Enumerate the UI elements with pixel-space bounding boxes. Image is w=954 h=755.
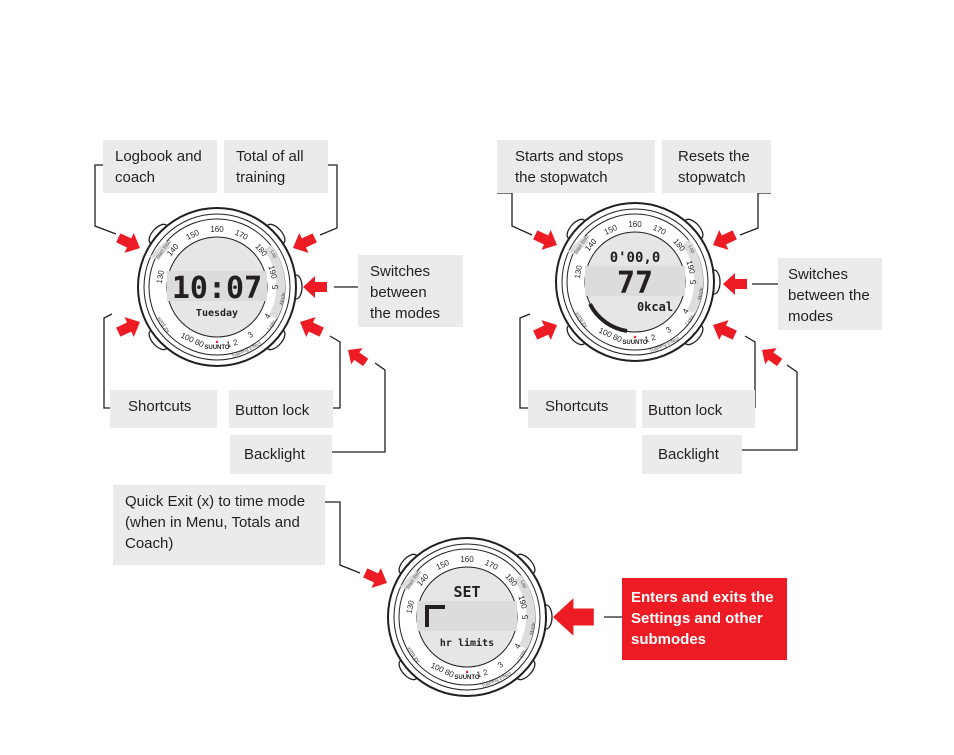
watch-illustration: 130140150 160 170180190100 805431 2Start S…	[137, 207, 303, 367]
red-arrow-icon	[713, 229, 737, 250]
red-arrow-icon	[348, 348, 369, 367]
display-line-top: 0'00,0	[610, 250, 661, 266]
red-arrow-icon	[713, 320, 737, 341]
bezel-number: 5	[271, 284, 280, 289]
label-logbook: Logbook and coach	[103, 140, 217, 193]
leader-line	[497, 192, 533, 236]
bezel-number: 160	[628, 220, 642, 229]
label-enters-exits-settings: Enters and exits the Settings and other …	[622, 578, 787, 660]
display-line-bottom: Tuesday	[196, 308, 238, 319]
brand-dot	[465, 670, 469, 674]
display-line-main: 77	[617, 266, 653, 301]
brand-dot	[633, 335, 637, 339]
red-arrow-icon	[116, 317, 140, 338]
label-shortcuts: Shortcuts	[110, 390, 217, 428]
red-arrow-icon	[303, 276, 327, 298]
red-arrow-icon	[553, 598, 594, 636]
red-arrow-icon	[363, 567, 387, 588]
red-arrow-icon	[762, 348, 783, 367]
label-backlight: Backlight	[230, 435, 332, 474]
watch-illustration: 130140150 160 170180190100 805431 2Start S…	[387, 537, 553, 697]
label-button-lock: Button lock	[642, 390, 755, 428]
brand-logo: SUUNTO	[454, 675, 480, 681]
label-starts-stops: Starts and stops the stopwatch	[497, 140, 655, 193]
red-arrow-icon	[533, 320, 557, 341]
brand-logo: SUUNTO	[204, 345, 230, 351]
label-resets: Resets the stopwatch	[662, 140, 771, 193]
watch-illustration: 130140150 160 170180190100 805431 2Start S…	[555, 202, 721, 362]
brand-dot	[215, 340, 219, 344]
leader-line	[325, 501, 361, 574]
bezel-number: 5	[521, 614, 530, 619]
label-shortcuts: Shortcuts	[528, 390, 636, 428]
bezel-number: 5	[689, 279, 698, 284]
label-switches: Switches between the modes	[358, 255, 463, 327]
brand-logo: SUUNTO	[622, 340, 648, 346]
red-arrow-icon	[723, 273, 747, 295]
red-arrow-icon	[533, 229, 557, 250]
label-total: Total of all training	[224, 140, 328, 193]
leader-line	[739, 192, 771, 236]
red-arrow-icon	[300, 317, 324, 338]
bezel-number: 160	[210, 225, 224, 234]
diagram-canvas: 130140150 160 170180190100 805431 2Start S…	[94, 164, 798, 697]
red-arrow-icon	[293, 232, 317, 253]
red-arrow-icon	[116, 232, 140, 253]
label-button-lock: Button lock	[229, 390, 333, 428]
display-line-main: 10:07	[172, 271, 262, 306]
display-line-bottom: hr limits	[440, 637, 494, 649]
display-line-bottom: 0kcal	[637, 300, 673, 314]
label-backlight: Backlight	[642, 435, 742, 474]
display-line-top: SET	[453, 583, 480, 601]
bezel-number: 160	[460, 555, 474, 564]
label-quick-exit: Quick Exit (x) to time mode (when in Men…	[113, 485, 325, 565]
label-switches: Switches between the modes	[778, 258, 882, 330]
